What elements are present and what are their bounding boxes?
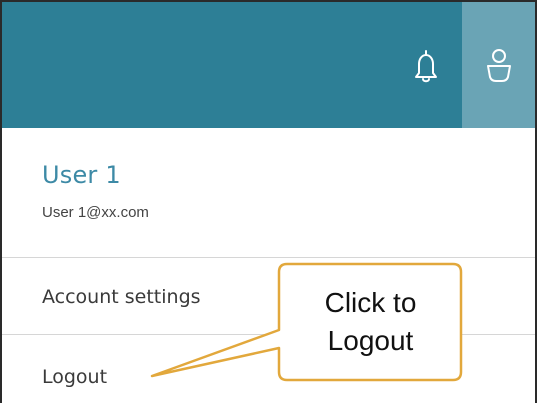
menu-item-label: Logout bbox=[42, 366, 108, 388]
menu-item-label: Account settings bbox=[42, 286, 201, 308]
user-name: User 1 bbox=[42, 161, 121, 189]
menu-item-logout[interactable]: Logout bbox=[2, 335, 535, 403]
user-menu-button[interactable] bbox=[462, 2, 535, 128]
notifications-button[interactable] bbox=[392, 2, 462, 128]
bell-icon bbox=[415, 50, 437, 83]
user-email: User 1@xx.com bbox=[42, 204, 149, 221]
menu-item-account-settings[interactable]: Account settings bbox=[2, 258, 535, 334]
top-bar bbox=[2, 2, 535, 128]
user-dropdown-menu: User 1 User 1@xx.com Account settings Lo… bbox=[2, 128, 535, 403]
user-icon bbox=[487, 49, 511, 82]
app-frame: User 1 User 1@xx.com Account settings Lo… bbox=[0, 0, 537, 403]
